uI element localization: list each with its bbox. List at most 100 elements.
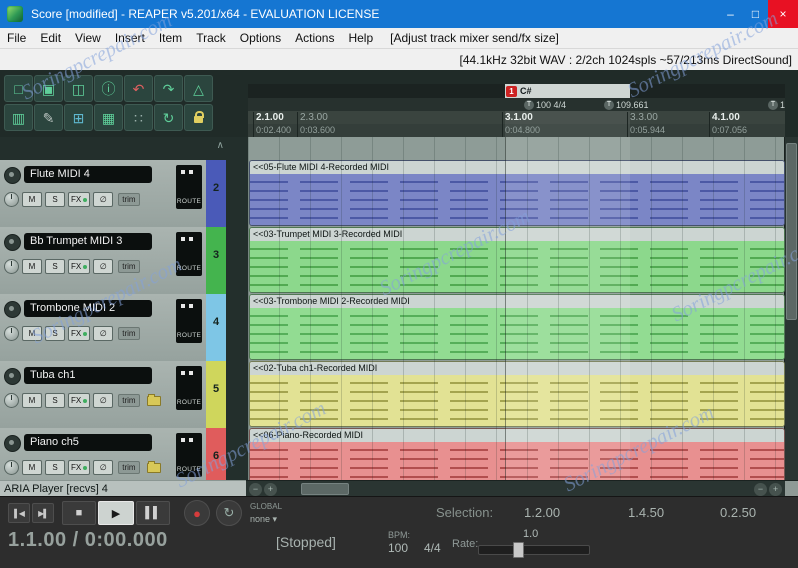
arrange-view[interactable]: <<05-Flute MIDI 4-Recorded MIDI <<03-Trum… (248, 137, 785, 480)
media-item[interactable]: <<03-Trumpet MIDI 3-Recorded MIDI (249, 227, 785, 293)
tempo-marker[interactable]: T 109.661 (604, 99, 649, 111)
track-name[interactable]: Trombone MIDI 2 (24, 300, 152, 317)
selection-start-value[interactable]: 1.2.00 (524, 505, 560, 520)
zoom-out-icon[interactable]: − (754, 483, 767, 496)
chevron-up-icon[interactable]: ∧ (217, 141, 224, 151)
fx-button[interactable]: FX (68, 192, 91, 207)
vertical-scrollbar[interactable] (784, 137, 798, 480)
menu-file[interactable]: File (0, 31, 33, 45)
mute-button[interactable]: M (22, 259, 42, 274)
metronome-icon[interactable]: △ (184, 75, 213, 102)
stop-button[interactable]: ■ (62, 501, 96, 525)
folder-icon[interactable] (146, 393, 161, 406)
maximize-button[interactable]: □ (743, 0, 768, 28)
solo-button[interactable]: S (45, 326, 65, 341)
route-button[interactable]: ROUTE (176, 299, 202, 343)
zoom-in-icon[interactable]: + (264, 483, 277, 496)
track-panel[interactable]: Tuba ch1 ROUTE M S FX ∅ trim 5 (0, 361, 226, 429)
new-project-icon[interactable]: □ (4, 75, 33, 102)
grid-icon[interactable]: ⊞ (64, 104, 93, 131)
bpm-value[interactable]: 100 (388, 541, 408, 555)
pause-button[interactable]: ▌▌ (136, 501, 170, 525)
media-item[interactable]: <<03-Trombone MIDI 2-Recorded MIDI (249, 294, 785, 360)
mute-button[interactable]: M (22, 393, 42, 408)
phase-button[interactable]: ∅ (93, 192, 114, 207)
record-arm-button[interactable] (4, 167, 21, 184)
solo-button[interactable]: S (45, 393, 65, 408)
volume-knob[interactable] (4, 192, 19, 207)
track-panel[interactable]: Flute MIDI 4 ROUTE M S FX ∅ trim 2 (0, 160, 226, 228)
save-project-icon[interactable]: ◫ (64, 75, 93, 102)
fx-button[interactable]: FX (68, 393, 91, 408)
route-button[interactable]: ROUTE (176, 433, 202, 477)
trim-envelope-button[interactable]: trim (118, 327, 140, 340)
menu-view[interactable]: View (68, 31, 108, 45)
media-item[interactable]: <<02-Tuba ch1-Recorded MIDI (249, 361, 785, 427)
record-arm-button[interactable] (4, 368, 21, 385)
selection-length-value[interactable]: 0.2.50 (720, 505, 756, 520)
selection-end-value[interactable]: 1.4.50 (628, 505, 664, 520)
menu-edit[interactable]: Edit (33, 31, 68, 45)
lock-icon[interactable] (184, 104, 213, 131)
rate-slider-thumb[interactable] (513, 542, 524, 558)
fx-button[interactable]: FX (68, 259, 91, 274)
horizontal-scrollbar-thumb[interactable] (301, 483, 349, 495)
ruler-tempo-lane[interactable] (248, 98, 785, 111)
track-name[interactable]: Tuba ch1 (24, 367, 152, 384)
zoom-in-icon[interactable]: + (769, 483, 782, 496)
solo-button[interactable]: S (45, 259, 65, 274)
go-to-end-button[interactable]: ▶▌ (32, 503, 54, 523)
fx-button[interactable]: FX (68, 326, 91, 341)
timeline-ruler[interactable]: 2.1.00 0:02.400 2.3.00 0:03.600 3.1.00 0:04.8… (248, 84, 785, 137)
track-panel-header[interactable]: ∧ (0, 137, 248, 160)
playback-position-display[interactable]: 1.1.00 / 0:00.000 (8, 529, 168, 552)
redo-icon[interactable]: ↷ (154, 75, 183, 102)
track-panel[interactable]: Piano ch5 ROUTE M S FX ∅ trim 6 (0, 428, 226, 480)
close-button[interactable]: × (768, 0, 798, 28)
horizontal-scrollbar[interactable]: − + − + (246, 480, 798, 498)
route-button[interactable]: ROUTE (176, 366, 202, 410)
time-signature[interactable]: 4/4 (424, 541, 441, 555)
track-color-strip[interactable]: 5 (206, 361, 226, 428)
tempo-marker[interactable]: T104 (768, 99, 785, 111)
volume-knob[interactable] (4, 460, 19, 475)
global-automation-value[interactable]: none (250, 514, 270, 524)
solo-button[interactable]: S (45, 460, 65, 475)
track-name[interactable]: Bb Trumpet MIDI 3 (24, 233, 152, 250)
media-item[interactable]: <<06-Piano-Recorded MIDI (249, 428, 785, 480)
trim-envelope-button[interactable]: trim (118, 260, 140, 273)
go-to-start-button[interactable]: ▌◀ (8, 503, 30, 523)
open-project-icon[interactable]: ▣ (34, 75, 63, 102)
rate-slider[interactable] (478, 542, 590, 558)
track-color-strip[interactable]: 3 (206, 227, 226, 294)
volume-knob[interactable] (4, 393, 19, 408)
menu-options[interactable]: Options (233, 31, 288, 45)
mixer-icon[interactable]: ▥ (4, 104, 33, 131)
repeat-button[interactable]: ↻ (216, 500, 242, 526)
volume-knob[interactable] (4, 326, 19, 341)
volume-knob[interactable] (4, 259, 19, 274)
title-bar[interactable]: Score [modified] - REAPER v5.201/x64 - E… (0, 0, 798, 28)
phase-button[interactable]: ∅ (93, 460, 114, 475)
track-color-strip[interactable]: 2 (206, 160, 226, 227)
mute-button[interactable]: M (22, 192, 42, 207)
media-item[interactable]: <<05-Flute MIDI 4-Recorded MIDI (249, 160, 785, 226)
track-name[interactable]: Piano ch5 (24, 434, 152, 451)
project-settings-icon[interactable]: ⓘ (94, 75, 123, 102)
mute-button[interactable]: M (22, 326, 42, 341)
record-arm-button[interactable] (4, 435, 21, 452)
trim-envelope-button[interactable]: trim (118, 394, 140, 407)
track-name[interactable]: Flute MIDI 4 (24, 166, 152, 183)
trim-envelope-button[interactable]: trim (118, 193, 140, 206)
phase-button[interactable]: ∅ (93, 259, 114, 274)
fx-button[interactable]: FX (68, 460, 91, 475)
track-panel[interactable]: Trombone MIDI 2 ROUTE M S FX ∅ trim 4 (0, 294, 226, 362)
route-button[interactable]: ROUTE (176, 165, 202, 209)
project-marker[interactable]: 1 C# (506, 85, 532, 97)
edit-mode-icon[interactable]: ✎ (34, 104, 63, 131)
route-button[interactable]: ROUTE (176, 232, 202, 276)
minimize-button[interactable]: – (718, 0, 743, 28)
vertical-scrollbar-thumb[interactable] (786, 143, 797, 320)
trim-envelope-button[interactable]: trim (118, 461, 140, 474)
menu-insert[interactable]: Insert (108, 31, 152, 45)
